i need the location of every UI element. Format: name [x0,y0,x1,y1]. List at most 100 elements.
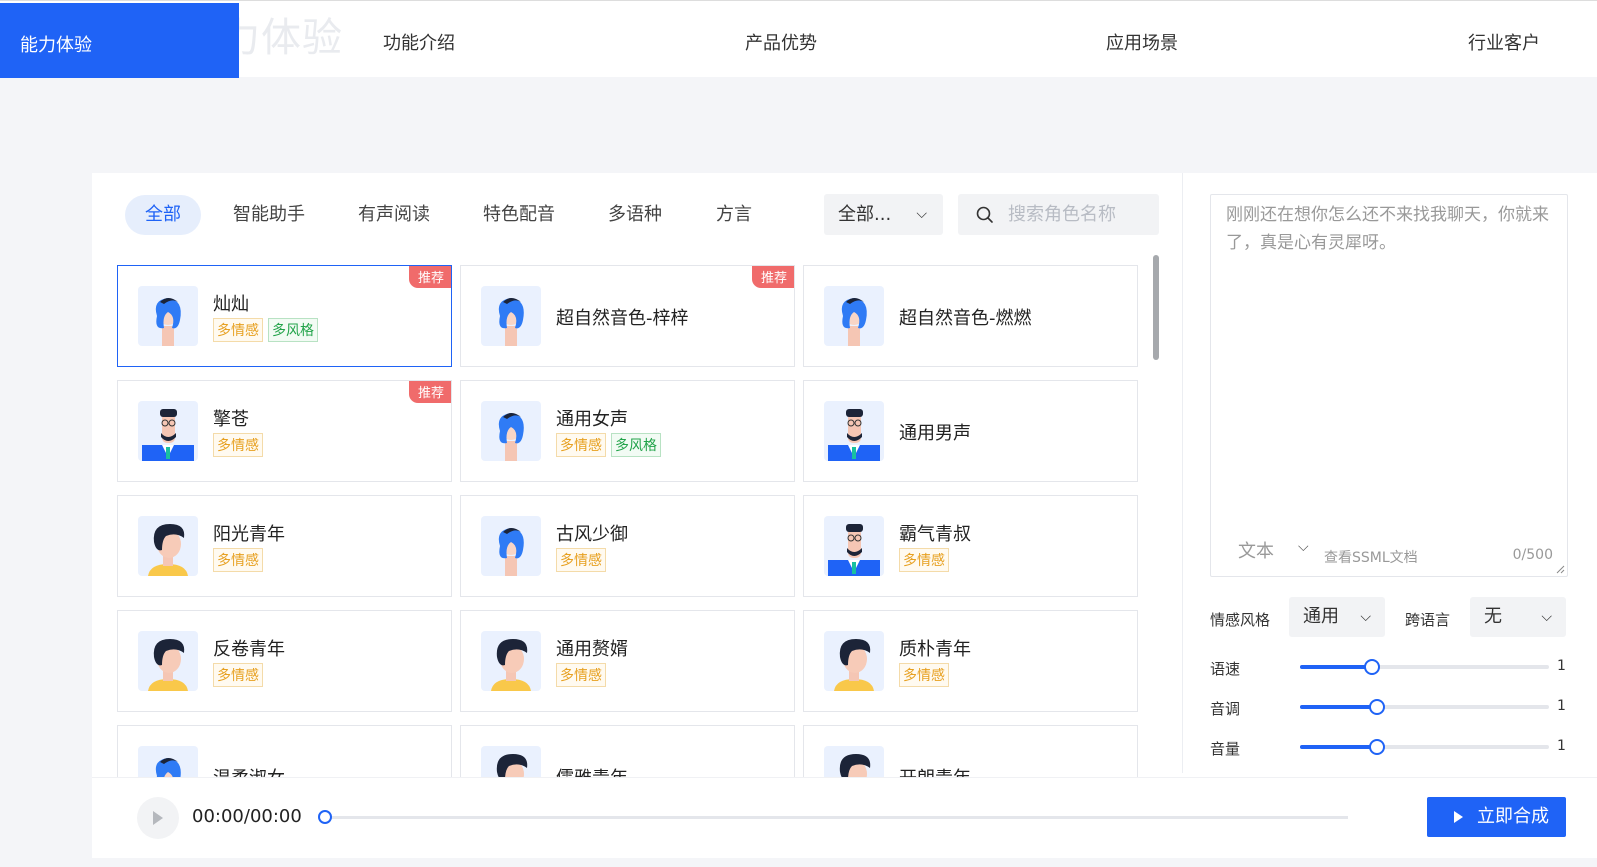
voice-tag: 多风格 [611,433,661,457]
voice-tag: 多情感 [556,548,606,572]
speed-label: 语速 [1210,660,1241,678]
tab-audiobook[interactable]: 有声阅读 [358,195,430,235]
recommend-badge: 推荐 [408,381,451,403]
text-input-area[interactable]: 刚刚还在想你怎么还不来找我聊天，你就来了，真是心有灵犀呀。 文本 ⌵ 查看SSM… [1210,194,1568,577]
voice-name: 阳光青年 [213,524,285,545]
voice-avatar [824,401,884,461]
voice-avatar [138,286,198,346]
voice-name: 擎苍 [213,409,249,430]
pitch-slider-fill [1300,705,1377,709]
voice-card[interactable]: 反卷青年 多情感 [117,610,452,712]
pitch-label: 音调 [1210,700,1241,718]
voice-name: 通用赘婿 [556,639,628,660]
voice-avatar [481,746,541,777]
chevron-down-icon[interactable]: ⌵ [1298,539,1309,555]
voice-tags: 多情感 [899,548,949,572]
voice-name: 反卷青年 [213,639,285,660]
voice-avatar [481,631,541,691]
input-mode-select[interactable]: 文本 [1238,537,1274,563]
search-input[interactable] [1008,194,1153,235]
category-select-value: 全部... [838,204,892,225]
voice-card[interactable]: 灿灿 多情感 多风格 推荐 [117,265,452,367]
voice-tag: 多情感 [213,318,263,342]
nav-item-customers[interactable]: 行业客户 [1468,29,1540,55]
voice-avatar [824,746,884,777]
playback-progress-thumb[interactable] [318,810,332,824]
voice-name: 质朴青年 [899,639,971,660]
playback-time: 00:00/00:00 [192,806,302,827]
voice-tag: 多情感 [899,663,949,687]
search-box[interactable] [958,194,1159,235]
voice-card[interactable]: 古风少御 多情感 [460,495,795,597]
text-content[interactable]: 刚刚还在想你怎么还不来找我聊天，你就来了，真是心有灵犀呀。 [1226,201,1554,257]
pitch-slider-thumb[interactable] [1369,699,1385,715]
voice-avatar [824,286,884,346]
panel-divider [1182,173,1183,773]
voice-avatar [481,401,541,461]
voice-name: 霸气青叔 [899,524,971,545]
nav-item-active[interactable]: 能力体验 [0,3,239,78]
voice-grid: 灿灿 多情感 多风格 推荐 超自然音色-梓梓 推荐 超自然音色-燃燃 擎苍 多情感 推荐 通用女声多… [117,265,1157,777]
emotion-style-label: 情感风格 [1210,611,1271,629]
play-button[interactable] [137,797,179,839]
voice-card[interactable]: 温柔淑女 [117,725,452,777]
voice-tags: 多情感 多风格 [556,433,661,457]
voice-tag: 多情感 [556,433,606,457]
grid-scrollbar[interactable] [1153,255,1159,360]
speed-slider[interactable] [1300,659,1549,675]
voice-avatar [138,631,198,691]
cross-language-select[interactable]: 无 ⌵ [1470,597,1566,637]
emotion-style-value: 通用 [1303,606,1339,627]
voice-avatar [481,286,541,346]
voice-tag: 多情感 [213,548,263,572]
tab-assistant[interactable]: 智能助手 [233,195,305,235]
search-icon [976,206,993,223]
voice-card[interactable]: 儒雅青年 [460,725,795,777]
tab-all[interactable]: 全部 [125,195,201,235]
voice-card[interactable]: 超自然音色-燃燃 [803,265,1138,367]
voice-name: 通用女声 [556,409,628,430]
chevron-down-icon: ⌵ [1360,609,1371,625]
playback-progress[interactable] [325,816,1348,819]
tab-dubbing[interactable]: 特色配音 [483,195,555,235]
synthesize-button[interactable]: 立即合成 [1427,797,1566,837]
play-icon [1454,811,1463,823]
voice-tags: 多情感 [899,663,949,687]
nav-item-features[interactable]: 功能介绍 [383,29,455,55]
speed-slider-thumb[interactable] [1364,659,1380,675]
volume-slider-fill [1300,745,1377,749]
category-select[interactable]: 全部... ⌵ [824,194,943,235]
voice-card[interactable]: 质朴青年 多情感 [803,610,1138,712]
tab-dialect[interactable]: 方言 [716,195,752,235]
voice-tag: 多情感 [213,663,263,687]
voice-name: 儒雅青年 [556,764,628,777]
emotion-style-select[interactable]: 通用 ⌵ [1289,597,1385,637]
volume-slider[interactable] [1300,739,1549,755]
voice-card[interactable]: 通用男声 [803,380,1138,482]
voice-name: 开朗青年 [899,764,971,777]
voice-card[interactable]: 通用女声多情感 多风格 [460,380,795,482]
voice-card[interactable]: 开朗青年 [803,725,1138,777]
voice-tags: 多情感 [556,548,606,572]
volume-slider-thumb[interactable] [1369,739,1385,755]
voice-card[interactable]: 阳光青年 多情感 [117,495,452,597]
voice-card[interactable]: 霸气青叔 多情感 [803,495,1138,597]
volume-label: 音量 [1210,740,1241,758]
voice-card[interactable]: 超自然音色-梓梓 推荐 [460,265,795,367]
voice-card[interactable]: 通用赘婿 多情感 [460,610,795,712]
tab-multilingual[interactable]: 多语种 [608,195,662,235]
char-count: 0/500 [1512,547,1553,563]
resize-grip-icon[interactable] [1555,564,1565,574]
ssml-doc-link[interactable]: 查看SSML文档 [1324,547,1418,567]
voice-tags: 多情感 [213,433,263,457]
voice-tags: 多情感 多风格 [213,318,318,342]
nav-item-advantages[interactable]: 产品优势 [745,29,817,55]
speed-value: 1 [1557,658,1566,674]
voice-name: 古风少御 [556,524,628,545]
nav-item-scenarios[interactable]: 应用场景 [1106,29,1178,55]
voice-name: 通用男声 [899,423,971,444]
voice-card[interactable]: 擎苍多情感 推荐 [117,380,452,482]
chevron-down-icon: ⌵ [1541,609,1552,625]
pitch-slider[interactable] [1300,699,1549,715]
voice-tag: 多情感 [556,663,606,687]
